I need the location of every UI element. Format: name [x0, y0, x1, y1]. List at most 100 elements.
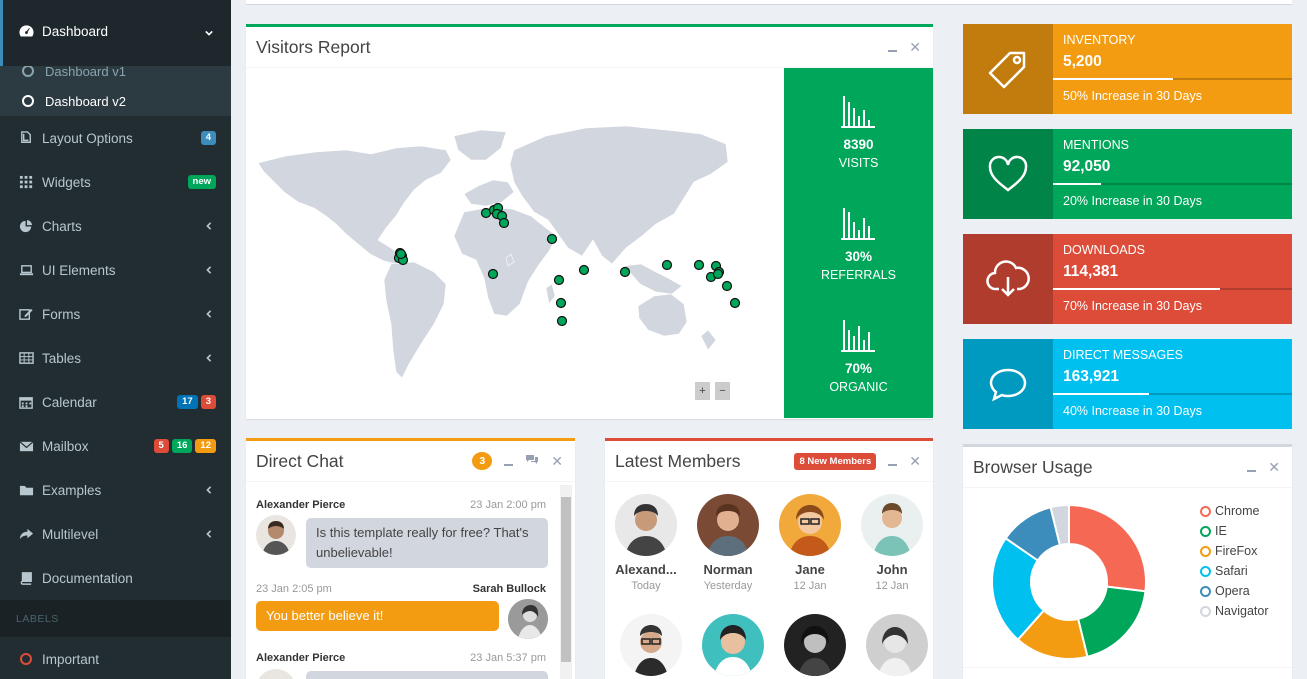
sidebar-item-calendar[interactable]: Calendar 17 3	[0, 380, 231, 424]
sidebar-subitem-dashboard-v2[interactable]: Dashboard v2	[0, 86, 231, 116]
avatar	[779, 494, 841, 556]
sidebar-item-documentation[interactable]: Documentation	[0, 556, 231, 600]
sidebar-item-widgets[interactable]: Widgets new	[0, 160, 231, 204]
count-badge: 17	[177, 395, 198, 409]
zoom-in-button[interactable]: +	[695, 382, 710, 400]
box-title: Visitors Report	[256, 36, 371, 57]
sparkline-icon	[840, 320, 875, 352]
progress-bar	[1053, 393, 1292, 395]
sidebar-item-important[interactable]: Important	[0, 637, 231, 679]
progress-bar	[1053, 78, 1292, 80]
info-box-title: DOWNLOADS	[1063, 243, 1145, 257]
close-icon[interactable]: ✕	[1268, 460, 1280, 474]
comments-icon[interactable]	[525, 454, 539, 468]
zoom-out-button[interactable]: −	[715, 382, 730, 400]
sidebar-item-mailbox[interactable]: Mailbox 5 16 12	[0, 424, 231, 468]
map-marker[interactable]	[546, 233, 558, 245]
map-marker[interactable]	[693, 259, 705, 271]
sidebar-item-multilevel[interactable]: Multilevel	[0, 512, 231, 556]
legend-label: Opera	[1215, 584, 1250, 598]
avatar	[615, 494, 677, 556]
count-badge: 16	[171, 439, 193, 453]
map-marker[interactable]	[553, 274, 565, 286]
badge-group: 17 3	[177, 395, 216, 409]
new-members-badge: 8 New Members	[794, 452, 877, 470]
info-box-inventory: INVENTORY 5,200 50% Increase in 30 Days	[963, 24, 1292, 114]
avatar[interactable]	[866, 614, 928, 676]
world-map[interactable]	[246, 68, 783, 418]
top-box-edge	[246, 0, 1292, 5]
map-marker[interactable]	[578, 264, 590, 276]
map-marker[interactable]	[556, 315, 568, 327]
chat-scrollbar[interactable]	[560, 485, 572, 679]
sidebar-subitem-label: Dashboard v2	[45, 93, 126, 109]
sidebar-item-ui-elements[interactable]: UI Elements	[0, 248, 231, 292]
donut-slice-ie[interactable]	[1076, 585, 1147, 658]
sidebar-item-layout-options[interactable]: Layout Options 4	[0, 116, 231, 160]
browser-usage-box: Browser Usage ✕ Chrome IE FireFox Safari Ope…	[963, 444, 1292, 679]
info-box-direct-messages: DIRECT MESSAGES 163,921 40% Increase in 30…	[963, 339, 1292, 429]
browser-usage-donut-chart[interactable]	[984, 497, 1154, 667]
th-icon	[18, 175, 34, 189]
map-marker[interactable]	[498, 217, 510, 229]
legend-label: Chrome	[1215, 504, 1260, 518]
minus-icon[interactable]	[888, 40, 898, 54]
map-marker[interactable]	[661, 259, 673, 271]
member-item[interactable]: Jane 12 Jan	[774, 494, 846, 592]
stat-label: REFERRALS	[820, 268, 897, 282]
avatar[interactable]	[784, 614, 846, 676]
close-icon[interactable]: ✕	[909, 454, 921, 468]
map-marker[interactable]	[721, 280, 733, 292]
map-marker[interactable]	[712, 268, 724, 280]
minus-icon[interactable]	[888, 454, 898, 468]
scrollbar-thumb[interactable]	[561, 497, 571, 662]
avatar[interactable]	[702, 614, 764, 676]
message-sender: Sarah Bullock	[472, 583, 546, 595]
sidebar-item-label: Important	[42, 651, 100, 667]
map-marker[interactable]	[619, 266, 631, 278]
map-marker[interactable]	[729, 297, 741, 309]
member-item[interactable]: Alexand... Today	[610, 494, 682, 592]
sidebar-item-forms[interactable]: Forms	[0, 292, 231, 336]
sidebar-item-tables[interactable]: Tables	[0, 336, 231, 380]
latest-members-box: Latest Members 8 New Members ✕ Alexand..…	[605, 438, 933, 679]
sidebar-item-charts[interactable]: Charts	[0, 204, 231, 248]
circle-icon	[22, 65, 34, 77]
sidebar-item-dashboard[interactable]: Dashboard	[0, 0, 231, 66]
stat-value: 8390	[843, 137, 874, 152]
chat-messages: Alexander Pierce 23 Jan 2:00 pm Is this …	[246, 485, 572, 679]
legend-label: Safari	[1215, 564, 1248, 578]
share-icon	[18, 527, 34, 541]
avatar[interactable]	[620, 614, 682, 676]
sidebar-item-examples[interactable]: Examples	[0, 468, 231, 512]
minus-icon[interactable]	[1247, 460, 1257, 474]
member-name: John	[876, 562, 908, 577]
map-marker[interactable]	[555, 297, 567, 309]
box-header: Browser Usage ✕	[963, 447, 1292, 488]
map-marker[interactable]	[395, 248, 407, 260]
map-marker[interactable]	[487, 268, 499, 280]
legend-item-opera: Opera	[1200, 581, 1269, 601]
donut-slice-chrome[interactable]	[1068, 503, 1147, 593]
legend-label: Navigator	[1215, 604, 1269, 618]
minus-icon[interactable]	[504, 454, 514, 468]
legend-item-ie: IE	[1200, 521, 1269, 541]
sidebar-item-label: Tables	[42, 350, 82, 366]
info-box-description: 20% Increase in 30 Days	[1063, 194, 1202, 208]
circle-icon	[1200, 585, 1211, 597]
member-item[interactable]: John 12 Jan	[856, 494, 928, 592]
progress-fill	[1053, 393, 1149, 395]
info-box-title: MENTIONS	[1063, 138, 1129, 152]
edit-icon	[18, 307, 34, 321]
member-item[interactable]: Norman Yesterday	[692, 494, 764, 592]
close-icon[interactable]: ✕	[909, 40, 921, 54]
circle-icon	[1200, 505, 1211, 517]
close-icon[interactable]: ✕	[551, 454, 563, 468]
legend-label: IE	[1215, 524, 1227, 538]
box-header: Latest Members 8 New Members ✕	[605, 441, 933, 482]
new-messages-badge: 3	[472, 452, 493, 470]
message-bubble	[306, 671, 548, 679]
sidebar-item-label: Charts	[42, 218, 82, 234]
heart-icon	[963, 129, 1053, 219]
stat-value: 70%	[844, 361, 873, 376]
